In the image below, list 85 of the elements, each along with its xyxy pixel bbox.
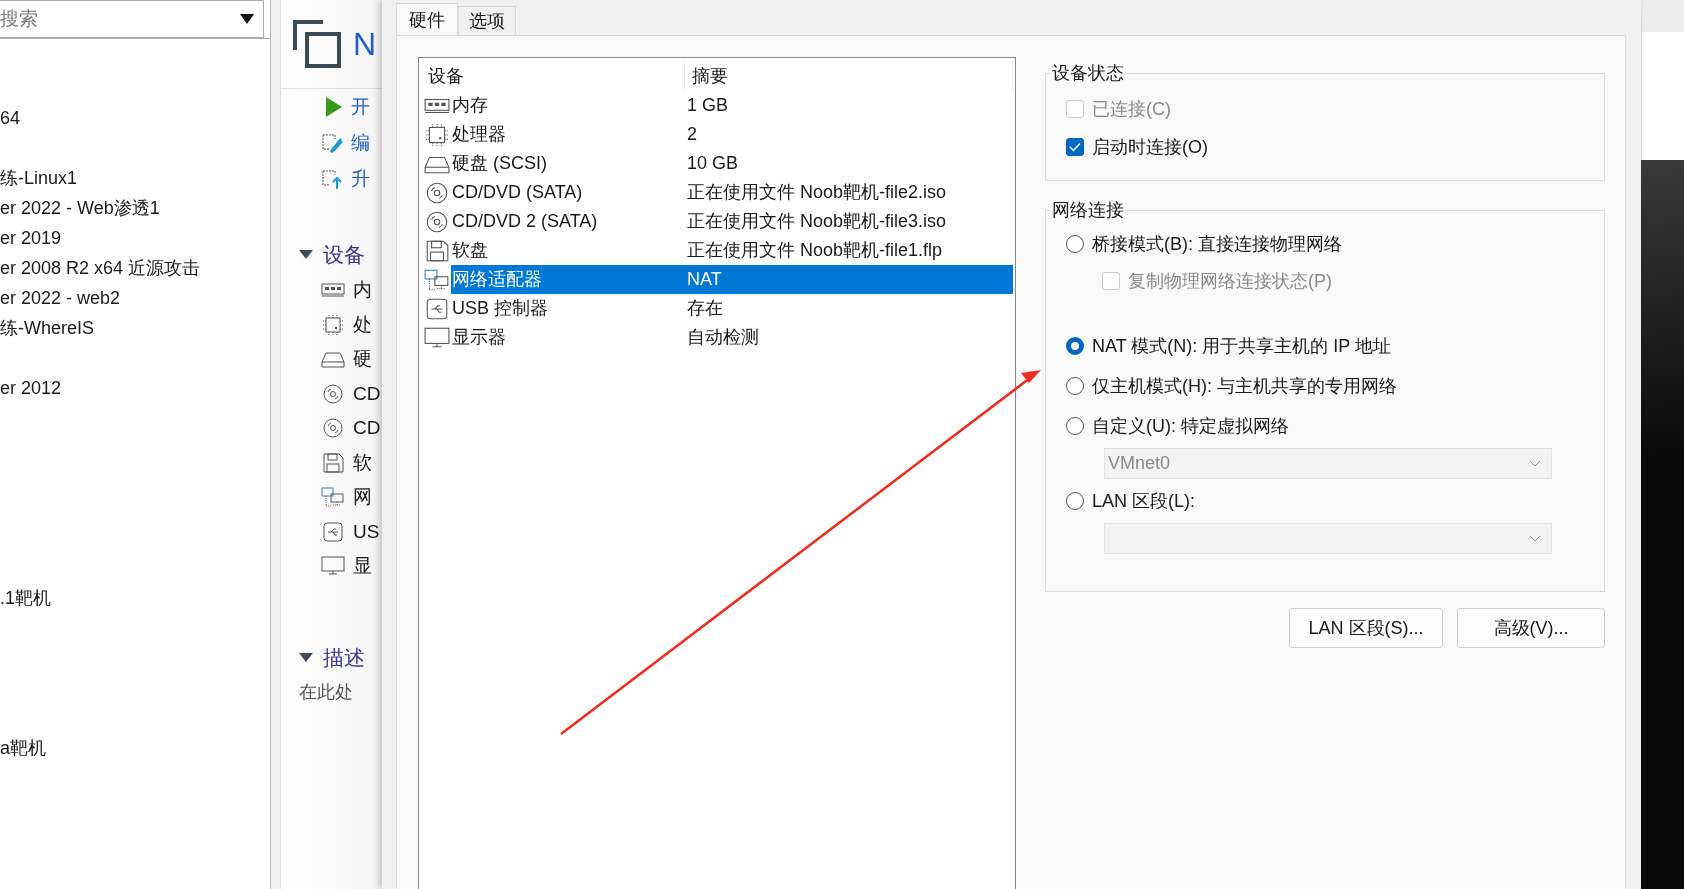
device-link[interactable]: 显	[353, 553, 372, 580]
device-link[interactable]: 硬	[353, 346, 372, 373]
disc-icon	[424, 181, 450, 204]
disc-icon	[321, 383, 345, 404]
device-cell[interactable]: 网络适配器	[451, 265, 687, 294]
checkbox-label[interactable]: 启动时连接(O)	[1092, 135, 1208, 159]
search-field[interactable]: 搜索	[0, 0, 264, 38]
floppy-icon	[424, 239, 450, 262]
device-cell[interactable]: 硬盘 (SCSI)	[451, 149, 687, 178]
monitor-icon	[321, 556, 345, 577]
radio-label[interactable]: LAN 区段(L):	[1092, 489, 1196, 513]
dialog-button[interactable]: 高级(V)...	[1457, 608, 1605, 648]
floppy-icon	[321, 452, 345, 473]
usb-icon	[321, 521, 345, 542]
disc-icon	[424, 210, 450, 233]
summary-cell[interactable]: 正在使用文件 Noob靶机-file3.iso	[687, 207, 1013, 236]
device-cell[interactable]: 软盘	[451, 236, 687, 265]
chip-icon	[321, 314, 345, 335]
caret-icon[interactable]	[240, 14, 254, 24]
network-icon	[424, 268, 450, 291]
action-link[interactable]: 开	[351, 94, 370, 120]
vm-list-item[interactable]: er 2022 - web2	[0, 283, 270, 313]
radio-label[interactable]: NAT 模式(N): 用于共享主机的 IP 地址	[1092, 334, 1391, 358]
section-header: 描述	[323, 644, 365, 671]
usb-icon	[424, 297, 450, 320]
vm-list-item[interactable]: 练-Linux1	[0, 163, 270, 193]
summary-cell[interactable]: 1 GB	[687, 91, 1013, 120]
device-cell[interactable]: CD/DVD (SATA)	[451, 178, 687, 207]
checkbox[interactable]	[1066, 138, 1084, 156]
vm-list-item[interactable]: er 2008 R2 x64 近源攻击	[0, 253, 270, 283]
summary-cell[interactable]: 2	[687, 120, 1013, 149]
collapse-icon[interactable]	[299, 652, 313, 663]
action-link[interactable]: 编	[351, 130, 370, 156]
vm-list-item[interactable]: 练-WhereIS	[0, 313, 270, 343]
summary-cell[interactable]: 正在使用文件 Noob靶机-file1.flp	[687, 236, 1013, 265]
device-link[interactable]: 软	[353, 449, 372, 476]
vm-list-item[interactable]: er 2022 - Web渗透1	[0, 193, 270, 223]
network-icon	[321, 487, 345, 508]
section-header: 设备	[323, 242, 365, 268]
vm-list-item[interactable]: a靶机	[0, 733, 270, 763]
radio-button[interactable]	[1066, 492, 1084, 510]
description-text: 在此处	[298, 680, 354, 704]
device-link[interactable]: CD	[353, 382, 381, 405]
summary-cell[interactable]: 存在	[687, 294, 1013, 323]
radio-button[interactable]	[1066, 235, 1084, 253]
device-link[interactable]: 内	[353, 277, 372, 304]
dialog-button[interactable]: LAN 区段(S)...	[1289, 608, 1443, 648]
vm-list-item[interactable]: er 2012	[0, 373, 270, 403]
column-header[interactable]: 摘要	[685, 62, 1013, 90]
group-title: 网络连接	[1051, 199, 1125, 222]
device-cell[interactable]: 显示器	[451, 323, 687, 352]
vm-icon	[293, 20, 341, 68]
device-cell[interactable]: 内存	[451, 91, 687, 120]
device-link[interactable]: 网	[353, 484, 372, 511]
radio-button[interactable]	[1066, 377, 1084, 395]
vm-list-item[interactable]: 64	[0, 103, 270, 133]
tab[interactable]: 硬件	[396, 3, 458, 36]
device-link[interactable]: 处	[353, 311, 372, 338]
radio-label[interactable]: 自定义(U): 特定虚拟网络	[1092, 414, 1289, 438]
monitor-icon	[424, 326, 450, 349]
collapse-icon[interactable]	[299, 250, 313, 260]
radio-label[interactable]: 桥接模式(B): 直接连接物理网络	[1092, 232, 1342, 256]
column-header[interactable]: 设备	[421, 62, 685, 90]
vm-list-item[interactable]: .1靶机	[0, 583, 270, 613]
action-link[interactable]: 升	[351, 166, 370, 192]
summary-cell[interactable]: 10 GB	[687, 149, 1013, 178]
checkmark-icon	[1069, 142, 1081, 152]
radio-button[interactable]	[1066, 417, 1084, 435]
device-link[interactable]: CD	[353, 417, 381, 440]
disc-icon	[321, 418, 345, 439]
summary-cell[interactable]: 自动检测	[687, 323, 1013, 352]
vm-list-item[interactable]: er 2019	[0, 223, 270, 253]
summary-cell[interactable]: NAT	[687, 265, 1013, 294]
radio-label[interactable]: 仅主机模式(H): 与主机共享的专用网络	[1092, 374, 1397, 398]
chip-icon	[424, 123, 450, 146]
device-cell[interactable]: CD/DVD 2 (SATA)	[451, 207, 687, 236]
vm-title: N	[353, 25, 377, 63]
radio-button[interactable]	[1066, 337, 1084, 355]
summary-cell[interactable]: 正在使用文件 Noob靶机-file2.iso	[687, 178, 1013, 207]
tab[interactable]: 选项	[458, 6, 516, 35]
group-title: 设备状态	[1051, 62, 1125, 85]
device-link[interactable]: US	[353, 520, 380, 543]
device-cell[interactable]: USB 控制器	[451, 294, 687, 323]
device-cell[interactable]: 处理器	[451, 120, 687, 149]
wrench-icon	[321, 133, 345, 153]
